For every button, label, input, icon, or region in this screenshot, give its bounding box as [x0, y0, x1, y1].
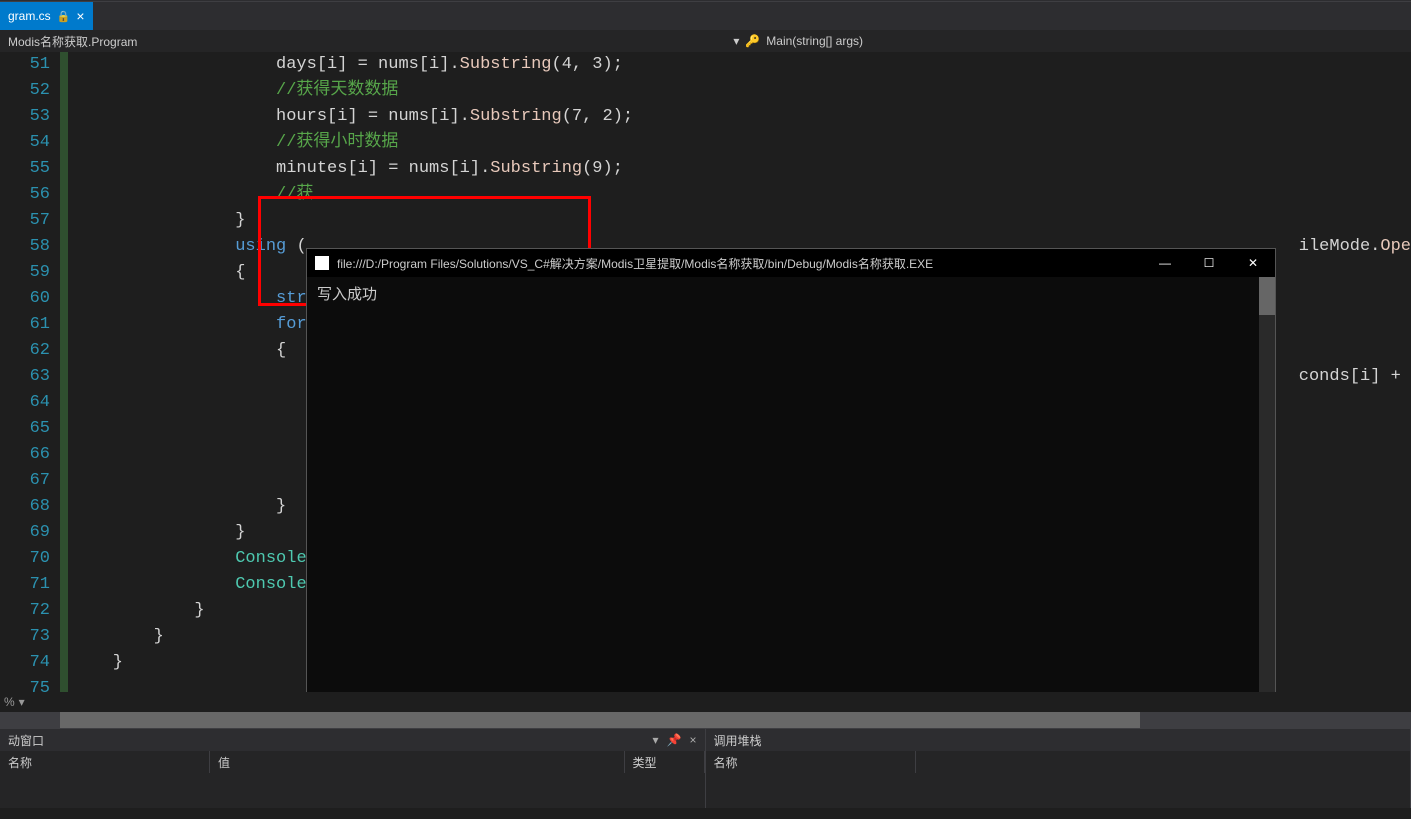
status-row: % ▾: [0, 692, 1411, 712]
tab-filename: gram.cs: [8, 9, 51, 23]
col-name[interactable]: 名称: [0, 751, 210, 773]
status-left: %: [4, 695, 15, 709]
console-app-icon: [315, 256, 329, 270]
code-editor[interactable]: 5152535455565758596061626364656667686970…: [0, 52, 1411, 692]
key-icon: 🔑: [745, 34, 760, 48]
pin-icon[interactable]: 📌: [667, 733, 682, 747]
tab-bar: gram.cs 🔒 ×: [0, 2, 1411, 30]
file-tab-active[interactable]: gram.cs 🔒 ×: [0, 2, 93, 30]
console-scrollbar[interactable]: [1259, 277, 1275, 692]
maximize-button[interactable]: ☐: [1187, 249, 1231, 277]
callstack-panel[interactable]: 调用堆栈 名称: [706, 729, 1411, 808]
autos-columns: 名称 值 类型: [0, 751, 705, 773]
console-title: file:///D:/Program Files/Solutions/VS_C#…: [337, 255, 1143, 272]
autos-panel-title: 动窗口: [8, 732, 44, 749]
col-name[interactable]: 名称: [706, 751, 916, 773]
bottom-panels: 动窗口 ▾ 📌 × 名称 值 类型 调用堆栈 名称: [0, 728, 1411, 808]
callstack-panel-title: 调用堆栈: [714, 732, 762, 749]
breadcrumb: Modis名称获取.Program ▾ 🔑 Main(string[] args…: [0, 30, 1411, 52]
col-value[interactable]: 值: [210, 751, 625, 773]
console-window[interactable]: file:///D:/Program Files/Solutions/VS_C#…: [306, 248, 1276, 692]
status-dropdown-icon[interactable]: ▾: [19, 695, 25, 709]
close-button[interactable]: ✕: [1231, 249, 1275, 277]
horizontal-scrollbar-thumb[interactable]: [60, 712, 1140, 728]
panel-close-icon[interactable]: ×: [689, 733, 696, 747]
callstack-columns: 名称: [706, 751, 1411, 773]
console-output-area[interactable]: 写入成功: [307, 277, 1275, 692]
console-scrollbar-thumb[interactable]: [1259, 277, 1275, 315]
panel-dropdown-icon[interactable]: ▾: [653, 733, 659, 747]
minimize-button[interactable]: —: [1143, 249, 1187, 277]
change-margin: [60, 52, 68, 692]
lock-icon: 🔒: [57, 10, 71, 23]
col-type[interactable]: 类型: [625, 751, 705, 773]
breadcrumb-namespace[interactable]: Modis名称获取.Program: [8, 33, 137, 50]
breadcrumb-method[interactable]: Main(string[] args): [766, 34, 863, 48]
line-number-gutter: 5152535455565758596061626364656667686970…: [0, 52, 60, 692]
console-titlebar[interactable]: file:///D:/Program Files/Solutions/VS_C#…: [307, 249, 1275, 277]
console-output-line: 写入成功: [317, 285, 377, 303]
horizontal-scrollbar[interactable]: [0, 712, 1411, 728]
breadcrumb-dropdown-icon[interactable]: ▾: [733, 34, 739, 48]
autos-panel[interactable]: 动窗口 ▾ 📌 × 名称 值 类型: [0, 729, 706, 808]
close-icon[interactable]: ×: [76, 8, 84, 24]
